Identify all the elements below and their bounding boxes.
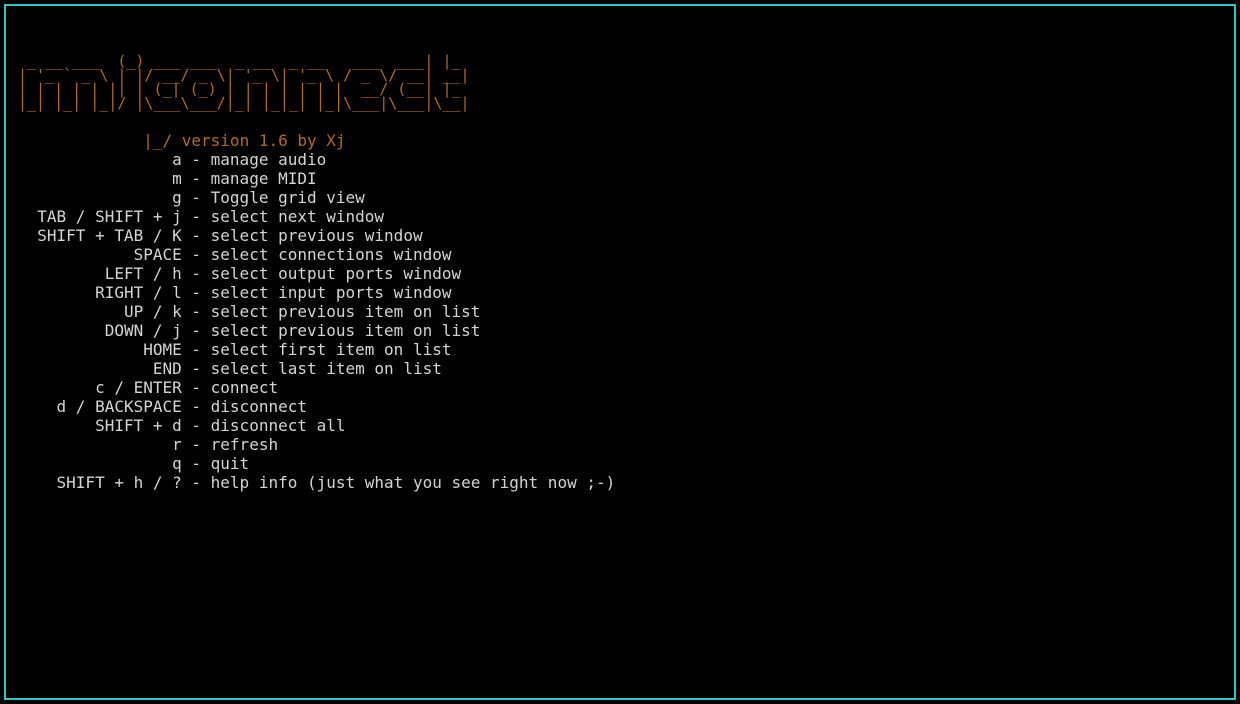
- help-row: DOWN / j - select previous item on list: [18, 321, 1222, 340]
- help-row: HOME - select first item on list: [18, 340, 1222, 359]
- help-row: SHIFT + d - disconnect all: [18, 416, 1222, 435]
- help-row: d / BACKSPACE - disconnect: [18, 397, 1222, 416]
- terminal-content: _ __ ___ (_) ___ ___ _ __ _ __ ___ ___| …: [6, 6, 1234, 540]
- help-row: TAB / SHIFT + j - select next window: [18, 207, 1222, 226]
- ascii-logo: _ __ ___ (_) ___ ___ _ __ _ __ ___ ___| …: [18, 54, 1222, 110]
- help-row: q - quit: [18, 454, 1222, 473]
- help-row: END - select last item on list: [18, 359, 1222, 378]
- help-list: a - manage audio m - manage MIDI g - Tog…: [18, 150, 1222, 492]
- help-row: a - manage audio: [18, 150, 1222, 169]
- version-line: |_/ version 1.6 by Xj: [57, 131, 346, 150]
- help-row: SHIFT + TAB / K - select previous window: [18, 226, 1222, 245]
- help-row: g - Toggle grid view: [18, 188, 1222, 207]
- help-row: UP / k - select previous item on list: [18, 302, 1222, 321]
- help-row: RIGHT / l - select input ports window: [18, 283, 1222, 302]
- help-row: m - manage MIDI: [18, 169, 1222, 188]
- help-row: r - refresh: [18, 435, 1222, 454]
- version-prefix: |_/: [57, 131, 182, 150]
- help-row: SPACE - select connections window: [18, 245, 1222, 264]
- help-row: LEFT / h - select output ports window: [18, 264, 1222, 283]
- version-text: version 1.6 by Xj: [182, 131, 346, 150]
- help-row: SHIFT + h / ? - help info (just what you…: [18, 473, 1222, 492]
- help-row: c / ENTER - connect: [18, 378, 1222, 397]
- terminal-frame: _ __ ___ (_) ___ ___ _ __ _ __ ___ ___| …: [4, 4, 1236, 700]
